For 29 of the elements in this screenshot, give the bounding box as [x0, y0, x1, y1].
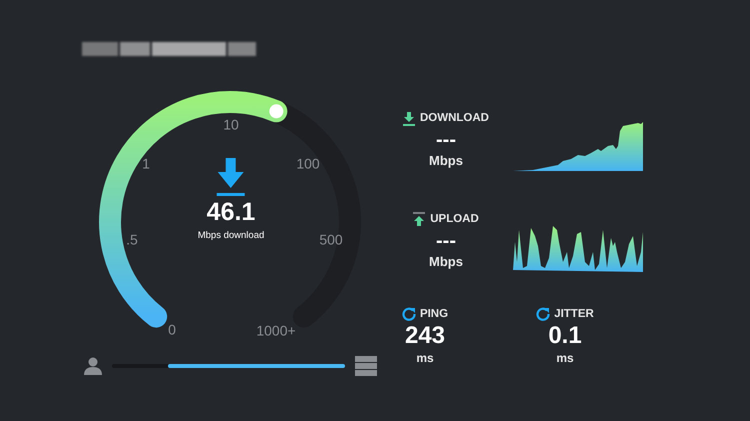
download-icon: [403, 112, 415, 126]
metric-value: ---: [436, 230, 456, 252]
gauge-tick-label: 100: [296, 154, 320, 174]
metric-value: ---: [436, 129, 456, 152]
refresh-icon: [402, 307, 416, 322]
metric-unit: Mbps: [429, 253, 463, 271]
latency-unit: ms: [416, 350, 434, 367]
latency-unit: ms: [556, 350, 574, 367]
gauge-thumb: [269, 104, 284, 118]
gauge-tick-label: 1: [142, 154, 150, 174]
speed-caption: Mbps download: [198, 231, 264, 240]
download-icon: [216, 158, 246, 196]
gauge-tick-label: 500: [319, 230, 343, 250]
latency-value: 243: [404, 322, 446, 349]
latency-title: PING: [420, 306, 448, 322]
metric-unit: Mbps: [429, 152, 463, 170]
gauge-tick-label: 0: [168, 320, 176, 340]
server-icon: [355, 356, 377, 376]
gauge-tick-label: 1000+: [256, 322, 296, 340]
refresh-icon: [536, 307, 550, 322]
speed-value: 46.1: [206, 200, 256, 225]
gauge-tick-label: .5: [126, 230, 138, 250]
metric-title: UPLOAD: [430, 212, 479, 227]
upload-icon: [413, 212, 426, 226]
metric-title: DOWNLOAD: [420, 111, 489, 126]
latency-value: 0.1: [548, 322, 582, 349]
gauge-tick-label: 10: [223, 116, 239, 134]
latency-title: JITTER: [554, 306, 594, 322]
user-icon: [84, 357, 102, 375]
